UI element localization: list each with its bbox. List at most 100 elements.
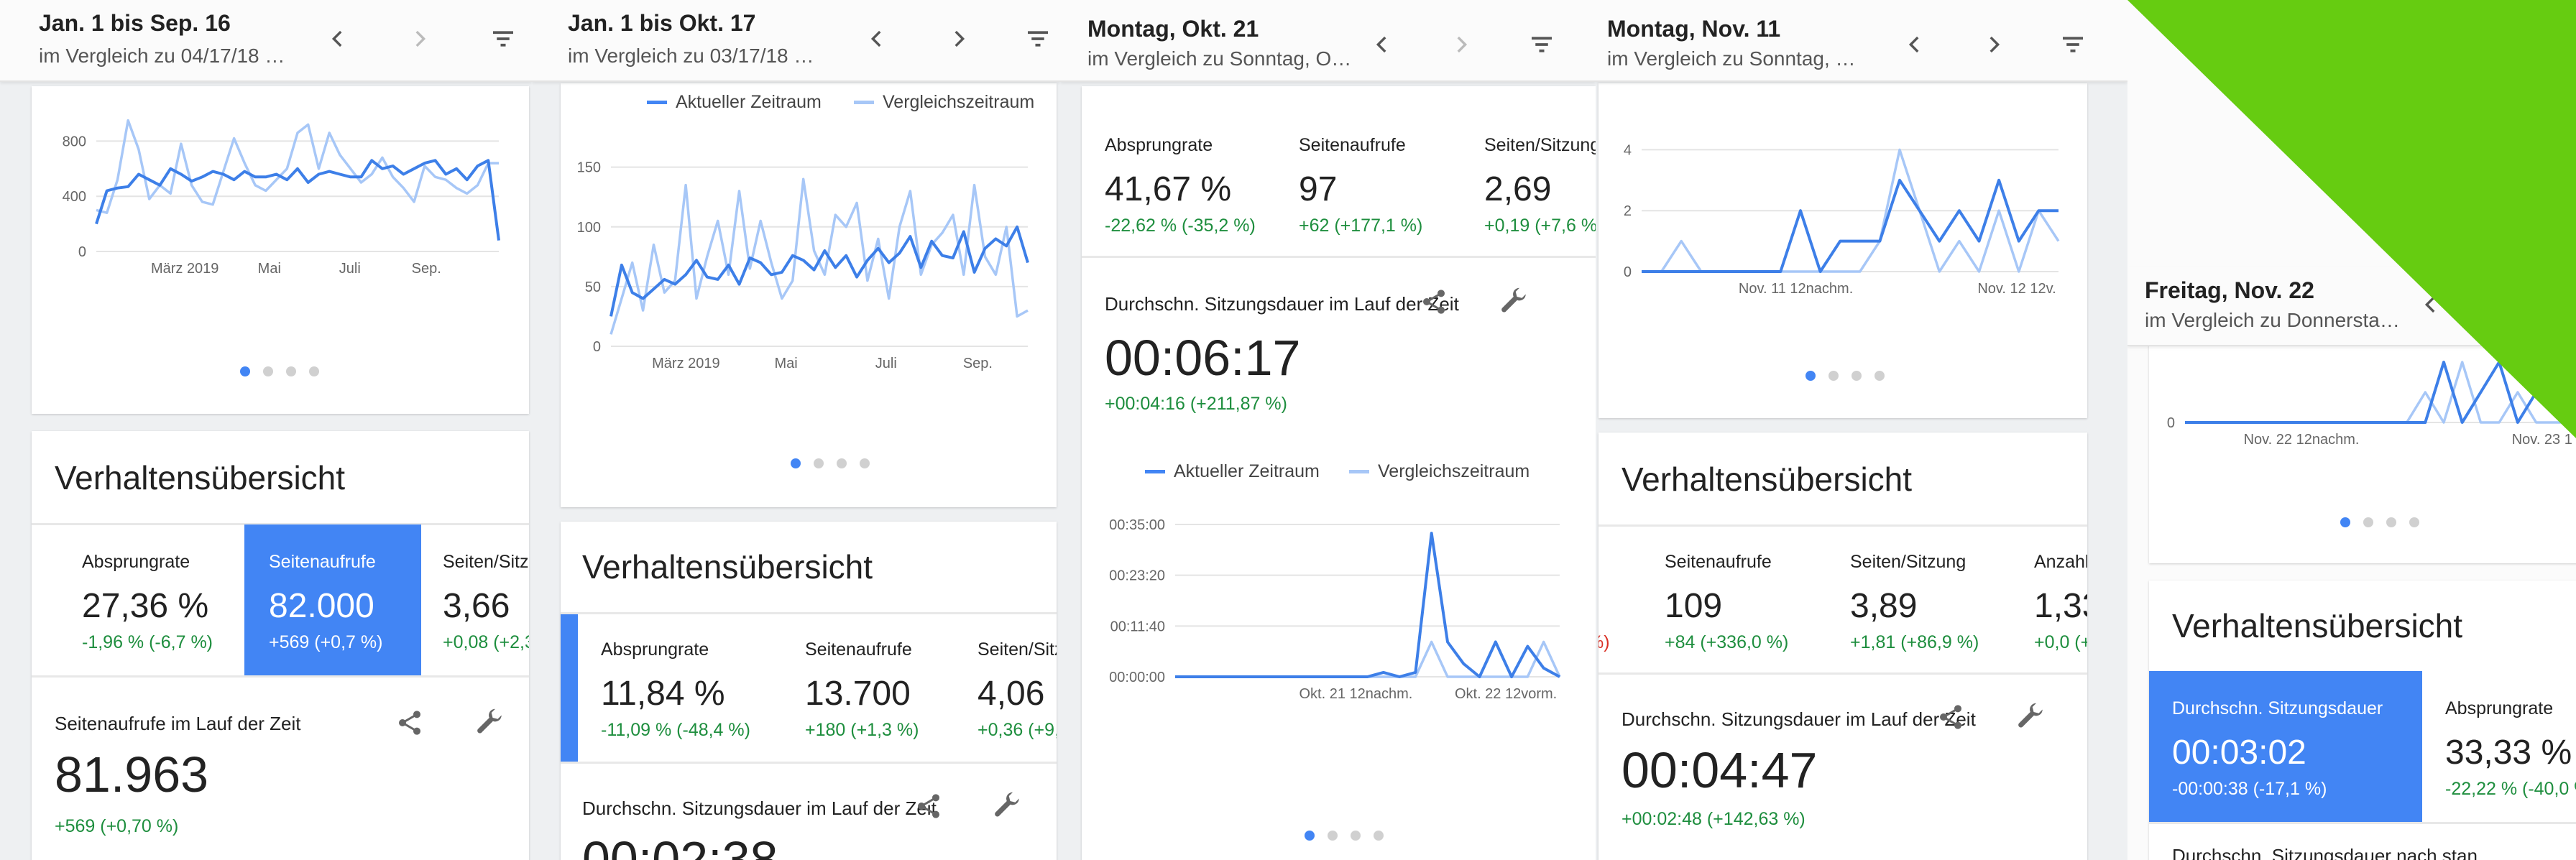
chevron-left-icon[interactable] [1898,27,1932,62]
filter-icon[interactable] [1524,27,1559,62]
metric-value: 3,89 [1850,587,1918,625]
pager-dot[interactable] [2340,517,2350,527]
wrench-icon[interactable] [989,787,1026,825]
pager-dot[interactable] [1328,831,1338,841]
legend-current: Aktueller Zeitraum [647,92,822,113]
metric-bounce-rate[interactable]: Absprungrate 11,84 % -11,09 % (-48,4 %) [601,612,788,763]
pager-dots[interactable] [1806,371,1885,381]
pager-dot[interactable] [791,458,801,468]
line-chart: 800 400 0 März 2019 Mai Juli Sep. [63,119,500,277]
legend-label: Vergleichszeitraum [1378,461,1530,481]
pager-dot[interactable] [286,366,296,376]
pager-dot[interactable] [309,366,319,376]
chevron-right-icon[interactable] [1444,27,1478,62]
pager-dot[interactable] [1806,371,1816,381]
y-tick-label: 00:23:20 [1109,568,1165,584]
share-icon[interactable] [1415,283,1453,320]
filter-icon[interactable] [1021,22,1055,56]
metric-label: Durchschn. Sitzungsdauer [2172,698,2383,718]
chevron-right-icon[interactable] [1977,27,2011,62]
metric-value: 3,66 [443,587,510,625]
y-tick-label: 4 [1624,142,1632,158]
y-tick-label: 00:00:00 [1109,670,1165,685]
pager-dot[interactable] [1351,831,1361,841]
wrench-icon[interactable] [472,704,509,741]
section-title: Verhaltensübersicht [582,548,873,586]
pager-dot[interactable] [1874,371,1885,381]
share-icon[interactable] [910,787,947,825]
metric-avg-session-duration[interactable]: Durchschn. Sitzungsdauer 00:03:02 -00:00… [2149,671,2422,822]
legend-label: Vergleichszeitraum [883,92,1035,112]
pager-dot[interactable] [2409,517,2419,527]
chevron-right-icon[interactable] [402,22,437,56]
metric-value: 41,67 % [1105,170,1232,208]
pager-dot[interactable] [2386,517,2396,527]
comparison-subtitle[interactable]: im Vergleich zu 04/17/18 … [39,45,285,68]
detail-chart-title: Seitenaufrufe im Lauf der Zeit [55,713,301,734]
metric-pages-per-session[interactable]: Seiten/Sitzung 3,66 +0,08 (+2,3 %) [443,524,529,675]
chevron-left-icon[interactable] [860,22,894,56]
wrench-icon[interactable] [1496,283,1533,320]
metric-pageviews[interactable]: Seitenaufrufe 13.700 +180 (+1,3 %) [805,612,978,763]
pager-dot[interactable] [2363,517,2373,527]
metric-value: 109 [1665,587,1723,625]
chart-card: 4 2 0 Nov. 11 12nachm. Nov. 12 12v. [1598,83,2087,418]
metric-value: 11,84 % [601,675,725,713]
metric-delta: +1,81 (+86,9 %) [1850,632,1979,652]
pager-dot[interactable] [837,458,847,468]
metric-bounce-rate[interactable]: Absprungrate 41,67 % -22,62 % (-35,2 %) [1105,108,1277,259]
date-range-title[interactable]: Montag, Okt. 21 [1087,16,1259,42]
x-tick-label: Nov. 12 12v. [1977,281,2056,297]
comparison-subtitle[interactable]: im Vergleich zu 03/17/18 … [568,45,814,68]
chevron-right-icon[interactable] [942,22,976,56]
legend-compare: Vergleichszeitraum [854,92,1034,113]
metric-count[interactable]: Anzahl 1,33 +0,0 (+0,0 %) [2034,524,2087,675]
metric-delta: -11,09 % (-48,4 %) [601,720,750,740]
date-range-title[interactable]: Montag, Nov. 11 [1607,16,1780,42]
metric-pages-per-session[interactable]: Seiten/Sitzung 4,06 +0,36 (+9,7 %) [978,612,1057,763]
date-range-title[interactable]: Jan. 1 bis Okt. 17 [568,10,755,37]
date-range-header: Montag, Okt. 21 im Vergleich zu Sonntag,… [1060,0,1596,82]
metric-pageviews[interactable]: Seitenaufrufe 109 +84 (+336,0 %) [1665,524,1837,675]
pager-dot[interactable] [1305,831,1315,841]
behavior-overview-card: Absprungrate 41,67 % -22,62 % (-35,2 %) … [1082,86,1596,860]
pager-dot[interactable] [1852,371,1862,381]
metric-bounce-rate[interactable]: Absprungrate 27,36 % -1,96 % (-6,7 %) [82,524,247,675]
pager-dot[interactable] [263,366,273,376]
pager-dots[interactable] [240,366,319,376]
date-range-title[interactable]: Jan. 1 bis Sep. 16 [39,10,231,37]
metric-value: 4,06 [978,675,1045,713]
metric-delta: +569 (+0,7 %) [269,632,383,652]
metric-pages-per-session[interactable]: Seiten/Sitzung 3,89 +1,81 (+86,9 %) [1850,524,2023,675]
comparison-subtitle[interactable]: im Vergleich zu Sonntag, … [1607,47,1856,70]
pager-dots[interactable] [1305,831,1384,841]
pager-dot[interactable] [814,458,824,468]
share-icon[interactable] [1932,698,1969,736]
metric-pages-per-session[interactable]: Seiten/Sitzung 2,69 +0,19 (+7,6 %) [1484,108,1596,259]
comparison-subtitle[interactable]: im Vergleich zu Sonntag, O… [1087,47,1351,70]
pager-dots[interactable] [2340,517,2419,527]
wrench-icon[interactable] [2012,698,2050,736]
share-icon[interactable] [391,704,428,741]
filter-icon[interactable] [486,22,520,56]
chevron-left-icon[interactable] [1365,27,1399,62]
metric-bounce-rate[interactable]: Absprungrate 33,33 % -22,22 % (-40,0 %) [2445,671,2576,822]
pager-dots[interactable] [791,458,870,468]
filter-icon[interactable] [2056,27,2090,62]
detail-value: 00:02:38 [582,831,778,860]
metric-delta: +0,08 (+2,3 %) [443,632,529,652]
metric-label: Seiten/Sitzung [1484,135,1596,155]
pager-dot[interactable] [860,458,870,468]
detail-value: 00:04:47 [1622,742,1818,798]
chevron-left-icon[interactable] [321,22,355,56]
pager-dot[interactable] [1828,371,1839,381]
series-line-compare [610,177,1029,335]
metric-label: Absprungrate [1105,135,1213,155]
x-tick-label: Mai [258,261,281,277]
pager-dot[interactable] [1374,831,1384,841]
divider [1082,256,1596,258]
metric-pageviews[interactable]: Seitenaufrufe 97 +62 (+177,1 %) [1299,108,1471,259]
behavior-overview-card: Verhaltensübersicht …%) Seitenaufrufe 10… [1598,433,2087,860]
pager-dot[interactable] [240,366,250,376]
metric-pageviews[interactable]: Seitenaufrufe 82.000 +569 (+0,7 %) [244,524,421,675]
